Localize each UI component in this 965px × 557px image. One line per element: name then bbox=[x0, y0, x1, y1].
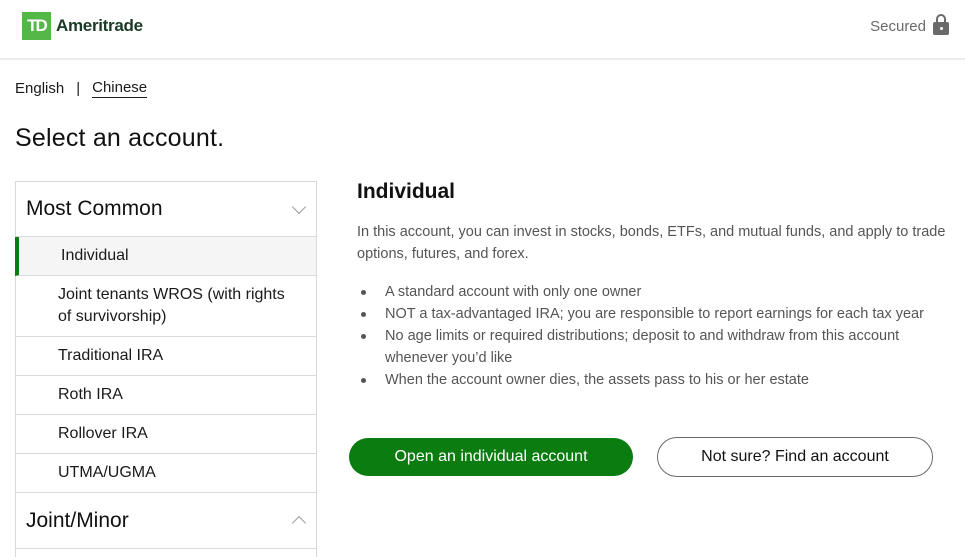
account-item-label: Joint tenants WROS (with rights of survi… bbox=[58, 286, 285, 325]
logo-text: Ameritrade bbox=[56, 16, 143, 35]
language-switcher: English | Chinese bbox=[15, 79, 148, 98]
account-item-traditional-ira[interactable]: Traditional IRA bbox=[16, 337, 316, 376]
account-item-label: Traditional IRA bbox=[58, 347, 164, 364]
account-item-individual[interactable]: Individual bbox=[15, 237, 316, 276]
account-item-utma-ugma[interactable]: UTMA/UGMA bbox=[16, 454, 316, 493]
chevron-up-icon bbox=[291, 515, 307, 531]
group-title: Most Common bbox=[26, 197, 163, 220]
language-separator: | bbox=[76, 80, 81, 97]
page-title: Select an account. bbox=[15, 124, 225, 152]
account-item-label: Roth IRA bbox=[58, 386, 123, 403]
detail-description: In this account, you can invest in stock… bbox=[357, 224, 946, 262]
detail-bullet: NOT a tax-advantaged IRA; you are respon… bbox=[357, 303, 949, 325]
find-account-button[interactable]: Not sure? Find an account bbox=[657, 437, 933, 477]
account-type-list: Most Common Individual Joint tenants WRO… bbox=[15, 181, 317, 557]
panel-continuation bbox=[16, 549, 316, 557]
secured-label: Secured bbox=[870, 18, 926, 35]
account-item-label: UTMA/UGMA bbox=[58, 464, 156, 481]
secured-indicator: Secured bbox=[870, 14, 949, 36]
language-english-link[interactable]: English bbox=[15, 80, 64, 97]
account-item-rollover-ira[interactable]: Rollover IRA bbox=[16, 415, 316, 454]
lock-icon bbox=[933, 14, 949, 36]
group-header-most-common[interactable]: Most Common bbox=[16, 182, 316, 237]
detail-title: Individual bbox=[357, 180, 456, 203]
detail-bullet: When the account owner dies, the assets … bbox=[357, 369, 949, 391]
site-header: TD Ameritrade Secured bbox=[0, 0, 965, 60]
open-account-button[interactable]: Open an individual account bbox=[349, 438, 633, 476]
group-title: Joint/Minor bbox=[26, 508, 129, 532]
chevron-down-icon bbox=[291, 199, 307, 214]
detail-bullets: A standard account with only one owner N… bbox=[357, 281, 949, 391]
account-item-joint-wros[interactable]: Joint tenants WROS (with rights of survi… bbox=[16, 276, 316, 337]
account-item-label: Individual bbox=[61, 247, 129, 264]
detail-bullet: A standard account with only one owner bbox=[357, 281, 949, 303]
account-item-roth-ira[interactable]: Roth IRA bbox=[16, 376, 316, 415]
account-detail: Individual In this account, you can inve… bbox=[357, 176, 949, 391]
detail-bullet: No age limits or required distributions;… bbox=[357, 325, 949, 369]
td-ameritrade-logo[interactable]: TD Ameritrade bbox=[22, 12, 143, 40]
account-item-label: Rollover IRA bbox=[58, 425, 148, 442]
group-header-joint-minor[interactable]: Joint/Minor bbox=[16, 493, 316, 549]
td-logo-mark: TD bbox=[22, 12, 51, 40]
language-chinese-link[interactable]: Chinese bbox=[92, 79, 148, 98]
